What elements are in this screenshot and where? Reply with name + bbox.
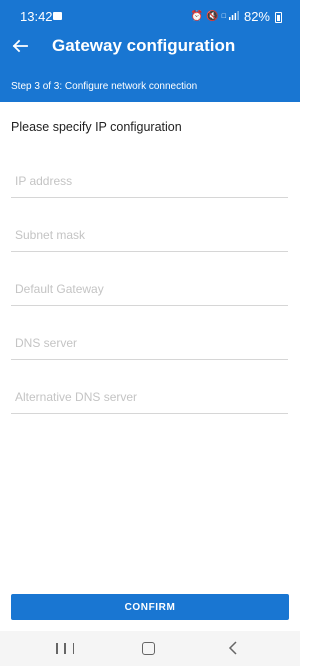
back-button[interactable]: [4, 32, 36, 60]
default-gateway-field: [11, 254, 288, 308]
ip-configuration-form: [11, 146, 288, 416]
ip-address-input[interactable]: [11, 146, 288, 198]
alternative-dns-server-input[interactable]: [11, 362, 288, 414]
app-header: 13:42 ⏰ 🔇 □ 82% Gateway configuration St…: [0, 0, 300, 102]
recents-icon[interactable]: [56, 641, 74, 657]
subnet-mask-field: [11, 200, 288, 254]
page-title: Gateway configuration: [52, 36, 236, 55]
battery-icon: [275, 11, 282, 23]
ip-address-field: [11, 146, 288, 200]
subnet-mask-input[interactable]: [11, 200, 288, 252]
confirm-button[interactable]: CONFIRM: [11, 594, 289, 620]
mute-icon: 🔇: [206, 11, 219, 22]
gallery-icon: [53, 12, 62, 20]
signal-icon: [228, 10, 239, 24]
default-gateway-input[interactable]: [11, 254, 288, 306]
step-indicator: Step 3 of 3: Configure network connectio…: [11, 81, 198, 92]
arrow-left-icon: [12, 39, 28, 53]
back-icon[interactable]: [226, 640, 242, 656]
status-time: 13:42: [20, 9, 53, 24]
status-bar: 13:42 ⏰ 🔇 □ 82%: [0, 0, 300, 34]
alarm-icon: ⏰: [190, 11, 204, 22]
section-heading: Please specify IP configuration: [11, 120, 182, 134]
status-icons: ⏰ 🔇 □ 82%: [191, 8, 282, 26]
system-navigation-bar: [0, 631, 300, 666]
alternative-dns-server-field: [11, 362, 288, 416]
volte-icon: □: [221, 13, 226, 20]
dns-server-field: [11, 308, 288, 362]
home-icon[interactable]: [142, 642, 155, 655]
dns-server-input[interactable]: [11, 308, 288, 360]
battery-percentage: 82%: [243, 9, 270, 24]
